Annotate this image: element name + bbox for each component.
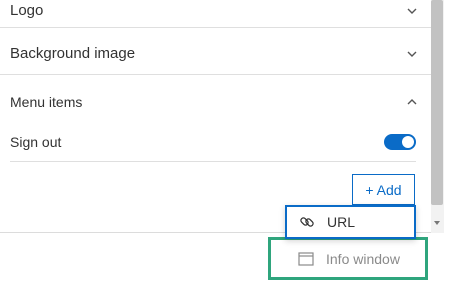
settings-panel: Logo Background image Menu items Sign ou…	[0, 0, 431, 233]
window-icon	[298, 252, 314, 266]
add-menu-item-button[interactable]: + Add	[352, 174, 415, 205]
sign-out-toggle[interactable]	[384, 133, 416, 150]
chevron-down-icon	[407, 8, 417, 14]
section-menu-items[interactable]: Menu items	[0, 85, 431, 119]
add-option-url[interactable]: URL	[285, 205, 416, 239]
chevron-down-icon	[407, 51, 417, 57]
add-option-url-label: URL	[327, 214, 356, 230]
menu-item-row-sign-out: Sign out	[10, 122, 416, 162]
scrollbar-thumb[interactable]	[431, 0, 443, 205]
settings-stage: Logo Background image Menu items Sign ou…	[0, 0, 452, 287]
add-option-info-window-label: Info window	[326, 251, 400, 267]
add-option-info-window[interactable]: Info window	[286, 243, 416, 275]
link-icon	[300, 217, 314, 227]
section-logo-label: Logo	[10, 2, 44, 19]
toggle-knob	[402, 135, 414, 148]
section-background-image-label: Background image	[10, 45, 136, 62]
scroll-down-arrow-icon[interactable]	[434, 221, 440, 225]
section-logo[interactable]: Logo	[0, 0, 431, 28]
panel-scrollbar[interactable]	[431, 0, 444, 233]
menu-item-label: Sign out	[10, 133, 62, 150]
section-menu-items-label: Menu items	[10, 94, 83, 110]
chevron-up-icon	[407, 99, 417, 105]
section-background-image[interactable]: Background image	[0, 33, 431, 75]
